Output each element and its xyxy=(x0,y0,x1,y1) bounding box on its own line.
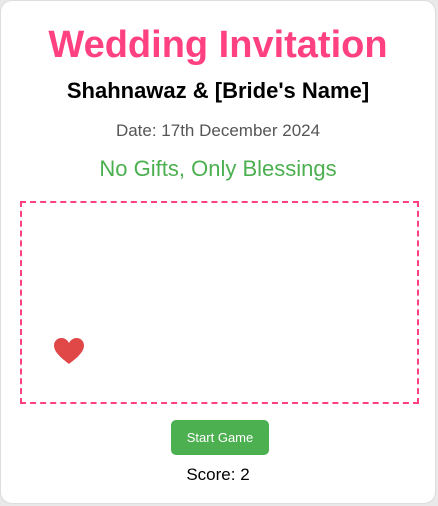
start-game-button[interactable]: Start Game xyxy=(171,420,269,455)
heart-icon[interactable] xyxy=(53,337,85,365)
wedding-date: Date: 17th December 2024 xyxy=(115,121,321,140)
gifts-note: No Gifts, Only Blessings xyxy=(99,156,337,181)
game-area[interactable] xyxy=(20,201,419,404)
couple-names: Shahnawaz & [Bride's Name] xyxy=(66,78,370,103)
score-display: Score: 2 xyxy=(186,465,250,484)
invitation-card: Wedding Invitation Shahnawaz & [Bride's … xyxy=(0,0,436,504)
page-title: Wedding Invitation xyxy=(48,24,388,66)
